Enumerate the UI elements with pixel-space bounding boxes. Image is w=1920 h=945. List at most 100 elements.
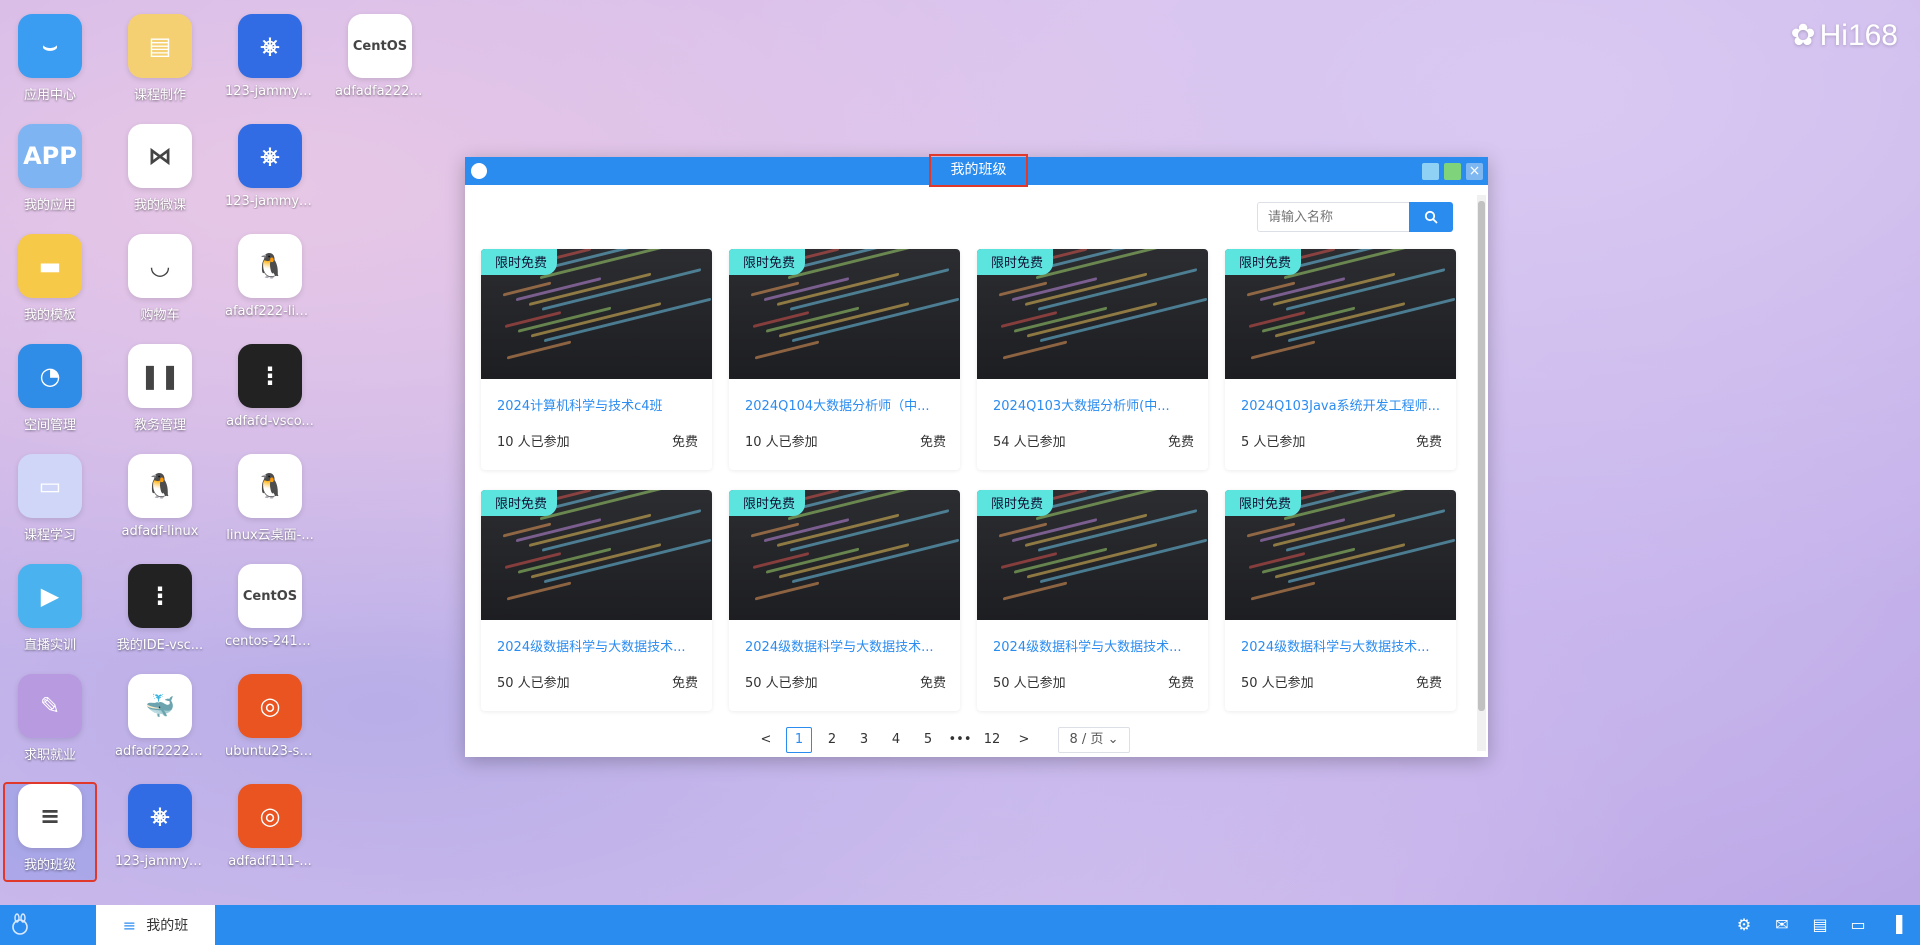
app-icon: ⋮ bbox=[238, 344, 302, 408]
class-card[interactable]: 限时免费 2024Q103Java系统开发工程师... 5 人已参加 免费 bbox=[1225, 249, 1456, 470]
class-thumbnail: 限时免费 bbox=[481, 249, 712, 379]
desktop-icon[interactable]: 🐧 adfadf-linux bbox=[115, 454, 205, 550]
class-card[interactable]: 限时免费 2024级数据科学与大数据技术... 50 人已参加 免费 bbox=[481, 490, 712, 711]
desktop-icon[interactable]: 🐳 adfadf2222-j... bbox=[115, 674, 205, 770]
desktop-icon[interactable]: ⎈ 123-jammy-... bbox=[115, 784, 205, 880]
class-title[interactable]: 2024Q103Java系统开发工程师... bbox=[1241, 395, 1444, 414]
maximize-button[interactable] bbox=[1444, 163, 1461, 180]
app-icon: CentOS bbox=[238, 564, 302, 628]
participant-count: 50 人已参加 bbox=[1241, 676, 1314, 691]
search-input[interactable] bbox=[1257, 202, 1409, 232]
free-badge: 限时免费 bbox=[977, 490, 1054, 516]
class-card[interactable]: 限时免费 2024计算机科学与技术c4班 10 人已参加 免费 bbox=[481, 249, 712, 470]
settings-icon[interactable]: ⚙ bbox=[1734, 915, 1754, 935]
class-price: 免费 bbox=[1167, 435, 1194, 450]
desktop-icon[interactable]: ▭ 课程学习 bbox=[5, 454, 95, 550]
class-title[interactable]: 2024Q103大数据分析师(中... bbox=[993, 395, 1196, 414]
desktop-icon[interactable]: CentOS centos-2410... bbox=[225, 564, 315, 660]
desktop-icon[interactable]: ◡ 购物车 bbox=[115, 234, 205, 330]
desktop-icon-label: afadf222-linux bbox=[225, 304, 315, 319]
wechat-icon[interactable]: ✉ bbox=[1772, 915, 1792, 935]
chat-icon[interactable]: ▤ bbox=[1810, 915, 1830, 935]
class-card[interactable]: 限时免费 2024Q103大数据分析师(中... 54 人已参加 免费 bbox=[977, 249, 1208, 470]
desktop-icon[interactable]: 🐧 linux云桌面-... bbox=[225, 454, 315, 550]
class-card[interactable]: 限时免费 2024Q104大数据分析师（中... 10 人已参加 免费 bbox=[729, 249, 960, 470]
desktop-icon[interactable]: ◔ 空间管理 bbox=[5, 344, 95, 440]
desktop-icon[interactable]: ◎ ubuntu23-se... bbox=[225, 674, 315, 770]
class-title[interactable]: 2024级数据科学与大数据技术... bbox=[1241, 636, 1444, 655]
desktop-icon[interactable]: ◎ adfadf111-... bbox=[225, 784, 315, 880]
class-title[interactable]: 2024级数据科学与大数据技术... bbox=[497, 636, 700, 655]
app-icon: 🐧 bbox=[238, 454, 302, 518]
brand-logo: ✿ Hi168 bbox=[1790, 18, 1898, 53]
app-icon: CentOS bbox=[348, 14, 412, 78]
page-button-3[interactable]: 3 bbox=[852, 728, 876, 752]
desktop-icon-label: 我的微课 bbox=[133, 198, 186, 213]
app-icon: ◔ bbox=[18, 344, 82, 408]
desktop-icon-label: adfadf2222-j... bbox=[115, 744, 205, 759]
desktop-icon-label: adfadfa2221... bbox=[335, 84, 425, 99]
monitor-icon[interactable]: ▭ bbox=[1848, 915, 1868, 935]
prev-page-button[interactable]: < bbox=[754, 728, 778, 752]
desktop-icon[interactable]: ⋈ 我的微课 bbox=[115, 124, 205, 220]
app-icon: ❚❚ bbox=[128, 344, 192, 408]
desktop-icon[interactable]: ✎ 求职就业 bbox=[5, 674, 95, 770]
desktop-icon[interactable]: CentOS adfadfa2221... bbox=[335, 14, 425, 110]
desktop-icon[interactable]: 🐧 afadf222-linux bbox=[225, 234, 315, 330]
page-button-5[interactable]: 5 bbox=[916, 728, 940, 752]
class-card[interactable]: 限时免费 2024级数据科学与大数据技术... 50 人已参加 免费 bbox=[977, 490, 1208, 711]
desktop-icon[interactable]: ⌣ 应用中心 bbox=[5, 14, 95, 110]
desktop-icon[interactable]: ▤ 课程制作 bbox=[115, 14, 205, 110]
page-button-4[interactable]: 4 bbox=[884, 728, 908, 752]
close-button[interactable]: × bbox=[1466, 163, 1483, 180]
class-price: 免费 bbox=[671, 435, 698, 450]
scrollbar-thumb[interactable] bbox=[1478, 201, 1485, 711]
desktop-icon-label: ubuntu23-se... bbox=[225, 744, 315, 759]
desktop-icon[interactable]: ⋮ 我的IDE-vsc... bbox=[115, 564, 205, 660]
start-menu-button[interactable] bbox=[8, 913, 32, 937]
taskbar-item-my-class[interactable]: ≡ 我的班 bbox=[96, 905, 215, 945]
desktop-icon-label: 我的IDE-vsc... bbox=[116, 638, 204, 653]
app-icon: ◎ bbox=[238, 674, 302, 738]
rabbit-icon bbox=[12, 913, 28, 935]
minimize-button[interactable] bbox=[1422, 163, 1439, 180]
desktop-icon-label: 我的应用 bbox=[23, 198, 76, 213]
participant-count: 50 人已参加 bbox=[745, 676, 818, 691]
more-pages-button[interactable]: ••• bbox=[948, 728, 972, 752]
desktop-icon[interactable]: ❚❚ 教务管理 bbox=[115, 344, 205, 440]
window-scrollbar[interactable] bbox=[1477, 195, 1486, 751]
search-button[interactable] bbox=[1409, 202, 1453, 232]
class-card[interactable]: 限时免费 2024级数据科学与大数据技术... 50 人已参加 免费 bbox=[729, 490, 960, 711]
page-button-2[interactable]: 2 bbox=[820, 728, 844, 752]
desktop-icon[interactable]: ▶ 直播实训 bbox=[5, 564, 95, 660]
desktop-icon[interactable]: ▬ 我的模板 bbox=[5, 234, 95, 330]
desktop-icon-label: 空间管理 bbox=[23, 418, 76, 433]
next-page-button[interactable]: > bbox=[1012, 728, 1036, 752]
app-icon: 🐧 bbox=[238, 234, 302, 298]
app-icon: ◡ bbox=[128, 234, 192, 298]
app-icon: ▶ bbox=[18, 564, 82, 628]
app-icon: ⋮ bbox=[128, 564, 192, 628]
desktop-icon[interactable]: ⎈ 123-jammy-... bbox=[225, 124, 315, 220]
show-desktop-button[interactable]: ▐ bbox=[1886, 915, 1906, 935]
class-price: 免费 bbox=[919, 435, 946, 450]
class-title[interactable]: 2024Q104大数据分析师（中... bbox=[745, 395, 948, 414]
class-title[interactable]: 2024计算机科学与技术c4班 bbox=[497, 395, 700, 414]
page-button-1[interactable]: 1 bbox=[786, 727, 812, 753]
free-badge: 限时免费 bbox=[481, 490, 558, 516]
page-size-select[interactable]: 8 / 页 ⌄ bbox=[1058, 727, 1130, 753]
app-icon: ⎈ bbox=[238, 124, 302, 188]
class-title[interactable]: 2024级数据科学与大数据技术... bbox=[745, 636, 948, 655]
desktop-icon[interactable]: ≡ 我的班级 bbox=[3, 782, 97, 882]
desktop-icon[interactable]: ⎈ 123-jammy-... bbox=[225, 14, 315, 110]
class-thumbnail: 限时免费 bbox=[977, 249, 1208, 379]
page-button-last[interactable]: 12 bbox=[980, 728, 1004, 752]
participant-count: 50 人已参加 bbox=[993, 676, 1066, 691]
class-card[interactable]: 限时免费 2024级数据科学与大数据技术... 50 人已参加 免费 bbox=[1225, 490, 1456, 711]
class-title[interactable]: 2024级数据科学与大数据技术... bbox=[993, 636, 1196, 655]
desktop-icon-label: 123-jammy-... bbox=[115, 854, 205, 869]
desktop-icon[interactable]: APP 我的应用 bbox=[5, 124, 95, 220]
app-icon: ⌣ bbox=[18, 14, 82, 78]
desktop-icon[interactable]: ⋮ adfafd-vsco... bbox=[225, 344, 315, 440]
window-titlebar[interactable]: 我的班级 × bbox=[465, 154, 1488, 187]
